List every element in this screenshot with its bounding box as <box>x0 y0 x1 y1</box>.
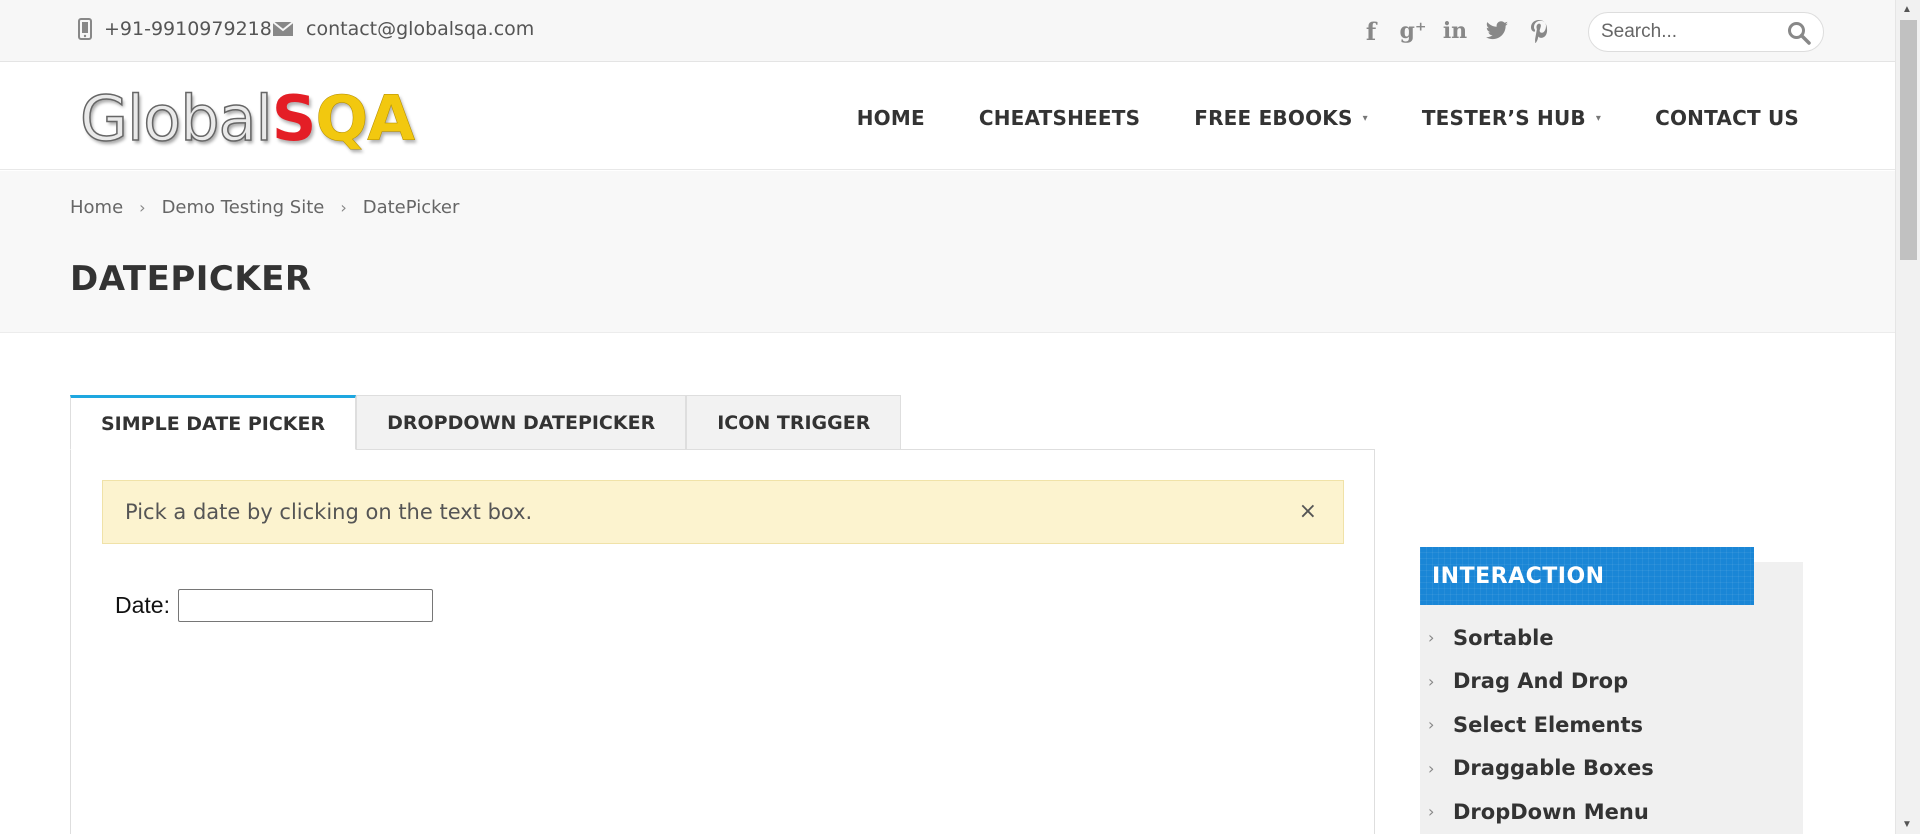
info-alert: Pick a date by clicking on the text box.… <box>102 480 1344 544</box>
breadcrumb: Home › Demo Testing Site › DatePicker <box>70 197 459 218</box>
logo-text-s: S <box>271 82 317 155</box>
globalsqa-logo[interactable]: GlobalSQA <box>79 87 415 151</box>
list-item-drag-and-drop[interactable]: › Drag And Drop <box>1420 660 1654 704</box>
alert-text: Pick a date by clicking on the text box. <box>125 500 533 524</box>
nav-free-ebooks-label: FREE EBOOKS <box>1194 106 1353 130</box>
email-contact: contact@globalsqa.com <box>272 18 534 40</box>
chevron-right-icon: › <box>1428 802 1435 822</box>
nav-testers-hub[interactable]: TESTER’S HUB ▾ <box>1422 106 1601 130</box>
vertical-scrollbar[interactable]: ▲ ▼ <box>1895 0 1920 834</box>
logo-text-global: Global <box>79 82 273 155</box>
pinterest-icon[interactable] <box>1526 16 1552 46</box>
scrollbar-thumb[interactable] <box>1900 20 1917 260</box>
nav-contact-us[interactable]: CONTACT US <box>1655 106 1799 130</box>
nav-cheatsheets[interactable]: CHEATSHEETS <box>979 106 1140 130</box>
widget-heading: INTERACTION <box>1420 547 1754 605</box>
scroll-up-arrow-icon[interactable]: ▲ <box>1902 4 1912 15</box>
breadcrumb-separator-icon: › <box>340 198 347 217</box>
date-label: Date: <box>115 592 170 618</box>
twitter-icon[interactable] <box>1484 16 1510 46</box>
page-title: DATEPICKER <box>70 259 312 299</box>
close-icon[interactable]: × <box>1299 499 1317 524</box>
tab-dropdown-datepicker[interactable]: DROPDOWN DATEPICKER <box>356 395 687 450</box>
facebook-icon[interactable]: f <box>1358 16 1384 46</box>
date-field-row: Date: <box>115 589 433 622</box>
chevron-right-icon: › <box>1428 758 1435 778</box>
page: +91-9910979218 contact@globalsqa.com f g… <box>0 0 1920 834</box>
linkedin-icon[interactable]: in <box>1442 16 1468 46</box>
social-links: f g⁺ in <box>1358 16 1552 46</box>
chevron-right-icon: › <box>1428 671 1435 691</box>
envelope-icon <box>272 21 294 36</box>
tab-simple-date-picker[interactable]: SIMPLE DATE PICKER <box>70 395 357 450</box>
title-band: Home › Demo Testing Site › DatePicker DA… <box>0 171 1895 333</box>
chevron-right-icon: › <box>1428 715 1435 735</box>
chevron-down-icon: ▾ <box>1362 112 1368 124</box>
search-box <box>1588 12 1824 52</box>
site-header: GlobalSQA HOME CHEATSHEETS FREE EBOOKS ▾ … <box>0 62 1895 170</box>
list-item-label: Draggable Boxes <box>1453 756 1654 781</box>
breadcrumb-home[interactable]: Home <box>70 197 123 218</box>
search-input[interactable] <box>1601 19 1781 45</box>
breadcrumb-demo-testing-site[interactable]: Demo Testing Site <box>162 197 325 218</box>
chevron-down-icon: ▾ <box>1595 112 1602 124</box>
datepicker-input[interactable] <box>177 589 433 622</box>
phone-icon <box>78 18 92 40</box>
breadcrumb-separator-icon: › <box>139 198 146 217</box>
interaction-list: › Sortable › Drag And Drop › Select Element… <box>1420 616 1654 834</box>
chevron-right-icon: › <box>1428 628 1435 648</box>
nav-free-ebooks[interactable]: FREE EBOOKS ▾ <box>1194 106 1368 130</box>
nav-home[interactable]: HOME <box>857 106 925 130</box>
tab-panel: Pick a date by clicking on the text box.… <box>70 449 1375 834</box>
google-plus-icon[interactable]: g⁺ <box>1400 16 1427 46</box>
list-item-label: DropDown Menu <box>1453 799 1649 824</box>
email-link[interactable]: contact@globalsqa.com <box>306 18 534 40</box>
tab-icon-trigger[interactable]: ICON TRIGGER <box>686 395 902 450</box>
list-item-sortable[interactable]: › Sortable <box>1420 616 1654 660</box>
list-item-label: Select Elements <box>1453 712 1644 737</box>
list-item-dropdown-menu[interactable]: › DropDown Menu <box>1420 790 1654 834</box>
logo-text-qa: QA <box>315 82 415 155</box>
main-nav: HOME CHEATSHEETS FREE EBOOKS ▾ TESTER’S H… <box>857 106 1799 130</box>
list-item-label: Drag And Drop <box>1453 669 1629 694</box>
sidebar-widget: INTERACTION › Sortable › Drag And Drop › Se… <box>1420 547 1803 834</box>
scroll-down-arrow-icon[interactable]: ▼ <box>1902 819 1912 830</box>
phone-contact: +91-9910979218 <box>78 18 272 40</box>
list-item-label: Sortable <box>1453 625 1554 650</box>
phone-number: +91-9910979218 <box>104 18 272 40</box>
nav-testers-hub-label: TESTER’S HUB <box>1421 106 1586 130</box>
list-item-select-elements[interactable]: › Select Elements <box>1420 703 1654 747</box>
search-icon[interactable] <box>1787 21 1811 45</box>
tab-bar: SIMPLE DATE PICKER DROPDOWN DATEPICKER I… <box>70 395 902 450</box>
list-item-draggable-boxes[interactable]: › Draggable Boxes <box>1420 747 1654 791</box>
top-bar: +91-9910979218 contact@globalsqa.com f g… <box>0 0 1895 62</box>
breadcrumb-current: DatePicker <box>362 197 460 218</box>
